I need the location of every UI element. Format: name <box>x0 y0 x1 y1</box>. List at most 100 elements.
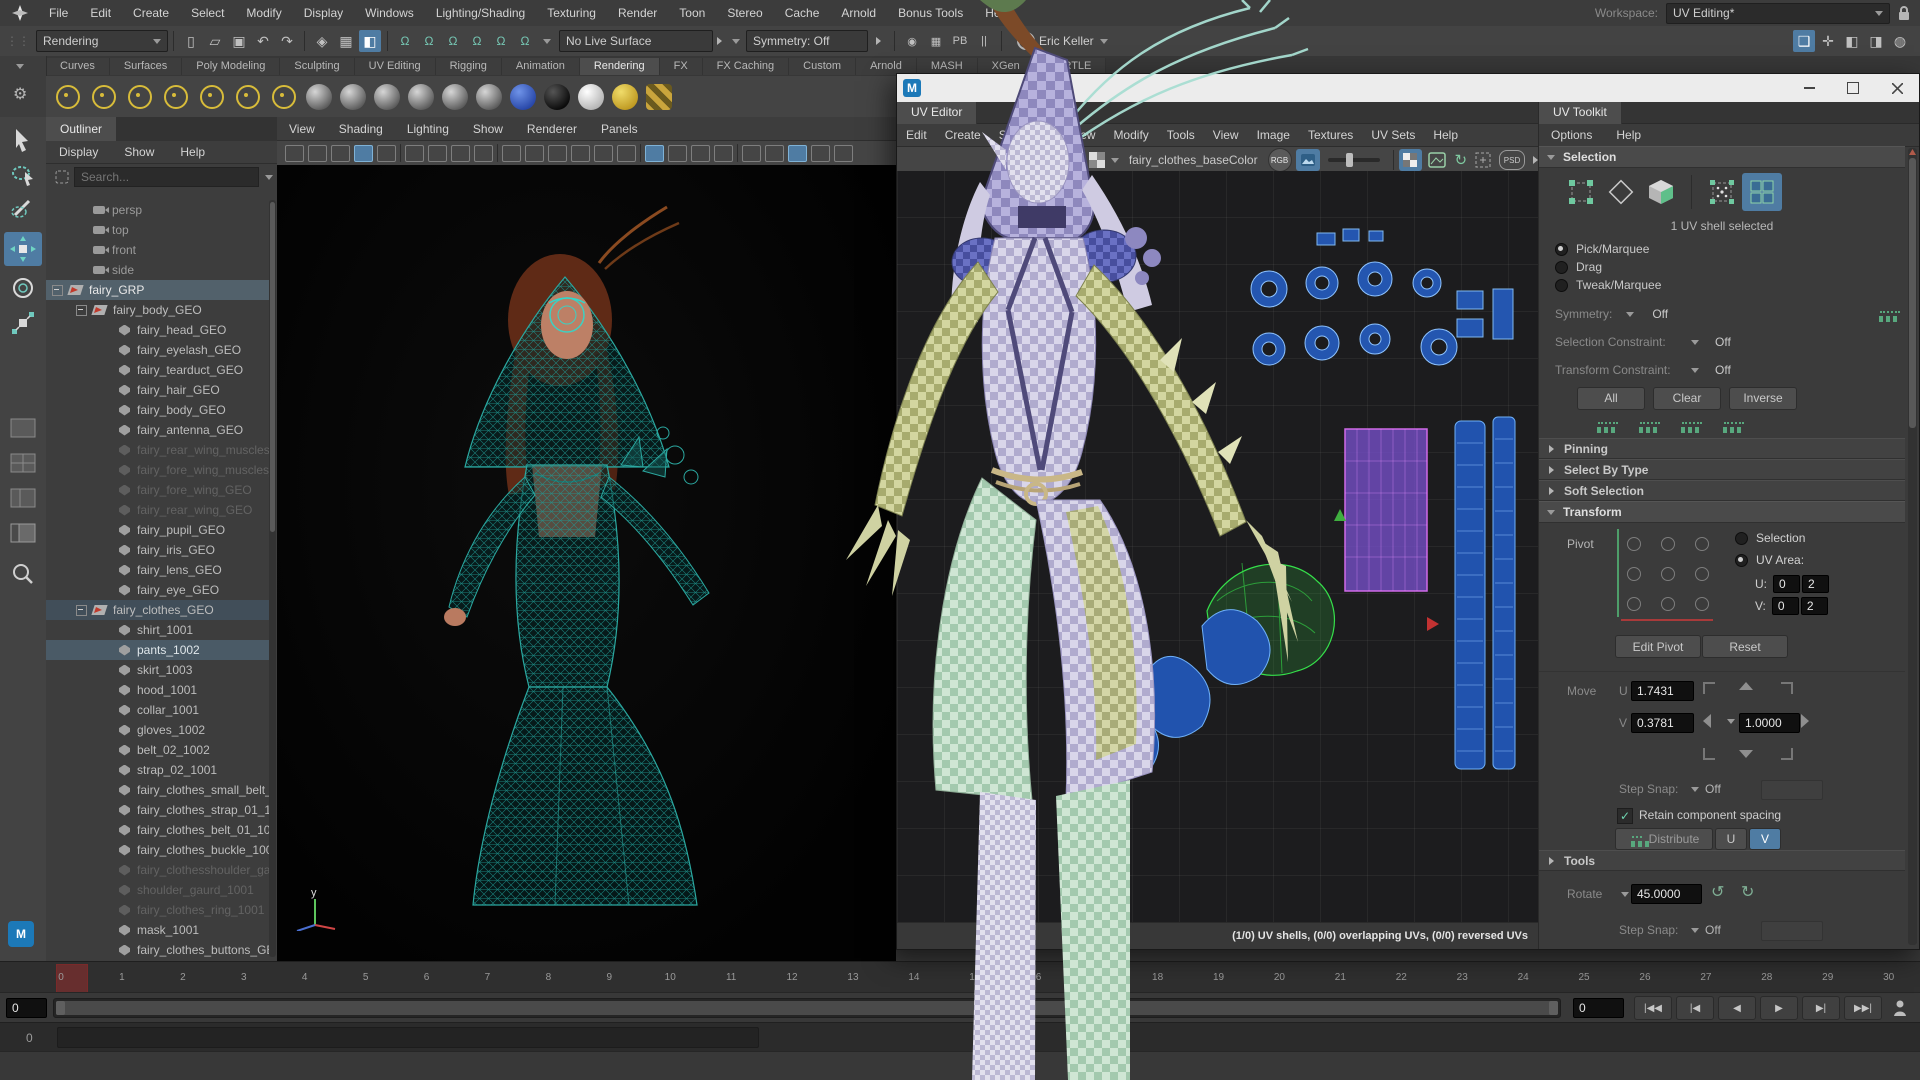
outliner-row[interactable]: side <box>46 260 269 280</box>
layout-single-pane-icon[interactable] <box>10 418 36 438</box>
menu-item[interactable]: Lighting/Shading <box>425 6 536 20</box>
chevron-down-icon[interactable] <box>1727 719 1735 724</box>
workspace-dropdown[interactable]: UV Editing* <box>1666 3 1890 24</box>
viewport-menu-item[interactable]: Panels <box>589 122 650 136</box>
viewport-canvas[interactable]: y <box>277 165 896 961</box>
snap-magnet-icon[interactable]: Ω <box>418 30 440 52</box>
playback-button[interactable]: ▶ <box>1760 996 1798 1020</box>
shelf-tool-icon[interactable] <box>646 84 672 110</box>
viewport-menu-item[interactable]: Lighting <box>395 122 461 136</box>
lasso-tool-icon[interactable] <box>11 164 35 186</box>
file-toolbar-icon[interactable]: ↶ <box>252 30 274 52</box>
shelf-tool-icon[interactable] <box>306 84 332 110</box>
sidebar-toggle-icon[interactable]: ❑ <box>1793 30 1815 52</box>
zoom-magnifier-icon[interactable] <box>11 562 35 586</box>
shelf-tab[interactable]: Rendering <box>580 58 660 75</box>
shelf-tab-menu-icon[interactable] <box>16 64 24 69</box>
move-up-button[interactable] <box>1739 682 1753 690</box>
viewport-toolbar-icon[interactable] <box>474 145 493 162</box>
outliner-row[interactable]: fairy_clothesshoulder_gaurd_1001 <box>46 860 269 880</box>
outliner-row[interactable]: fairy_rear_wing_muscles_GEO <box>46 440 269 460</box>
selection-mask-icon[interactable]: ▦ <box>335 30 357 52</box>
selection-action-button[interactable]: Inverse <box>1729 387 1797 410</box>
menu-item[interactable]: Render <box>607 6 668 20</box>
outliner-row[interactable]: hood_1001 <box>46 680 269 700</box>
viewport-menu-item[interactable]: Shading <box>327 122 395 136</box>
playback-button[interactable]: |◀◀ <box>1634 996 1672 1020</box>
window-close-button[interactable] <box>1875 75 1919 101</box>
shelf-tab[interactable]: FX <box>660 58 703 75</box>
shelf-tool-icon[interactable] <box>544 84 570 110</box>
uv-toolkit-menu-item[interactable]: Options <box>1539 128 1604 142</box>
viewport-toolbar-icon[interactable] <box>400 144 401 162</box>
window-minimize-button[interactable] <box>1787 75 1831 101</box>
menu-item[interactable]: Display <box>293 6 354 20</box>
viewport-toolbar-icon[interactable] <box>617 145 636 162</box>
pivot-position-grid[interactable] <box>1627 529 1729 619</box>
snap-magnet-icon[interactable]: Ω <box>466 30 488 52</box>
edit-pivot-button[interactable]: Edit Pivot <box>1615 635 1701 658</box>
file-toolbar-icon[interactable]: ▣ <box>228 30 250 52</box>
move-step-snap-value[interactable]: Off <box>1705 782 1721 796</box>
viewport-toolbar-icon[interactable] <box>428 145 447 162</box>
layout-four-pane-icon[interactable] <box>10 453 36 473</box>
window-maximize-button[interactable] <box>1831 75 1875 101</box>
layout-outliner-pane-icon[interactable] <box>10 523 36 543</box>
uv-area-v0-field[interactable]: 0 <box>1772 597 1799 615</box>
file-toolbar-icon[interactable]: ▯ <box>180 30 202 52</box>
uv-toolkit-tab[interactable]: UV Toolkit <box>1539 102 1622 124</box>
move-up-right-button[interactable] <box>1781 682 1793 694</box>
outliner-row[interactable]: belt_02_1002 <box>46 740 269 760</box>
selection-mask-icon[interactable]: ◈ <box>311 30 333 52</box>
outliner-row[interactable]: fairy_rear_wing_GEO <box>46 500 269 520</box>
uv-toolkit-scrollbar[interactable] <box>1908 148 1917 945</box>
snap-magnet-icon[interactable]: Ω <box>442 30 464 52</box>
menu-item[interactable]: Select <box>180 6 235 20</box>
uv-shell-mode-icon[interactable] <box>1742 173 1782 211</box>
rotate-step-snap-value[interactable]: Off <box>1705 923 1721 937</box>
workspace-lock-icon[interactable] <box>1898 6 1910 21</box>
viewport-toolbar-icon[interactable] <box>285 145 304 162</box>
viewport-toolbar-icon[interactable] <box>668 145 687 162</box>
shelf-editor-gear-icon[interactable]: ⚙ <box>13 84 46 104</box>
face-select-mode-icon[interactable] <box>1641 173 1681 211</box>
viewport-menu-item[interactable]: Show <box>461 122 515 136</box>
rotate-cw-button[interactable]: ↻ <box>1741 882 1754 902</box>
move-u-field[interactable]: 1.7431 <box>1631 681 1694 701</box>
outliner-row[interactable]: pants_1002 <box>46 640 269 660</box>
viewport-toolbar-icon[interactable] <box>405 145 424 162</box>
shelf-tab[interactable]: UV Editing <box>355 58 436 75</box>
collapsed-section-bar[interactable]: Pinning <box>1539 438 1905 459</box>
outliner-menu-item[interactable]: Display <box>46 145 111 159</box>
outliner-row[interactable]: fairy_GRP <box>46 280 269 300</box>
expand-toggle-icon[interactable] <box>52 285 63 296</box>
outliner-row[interactable]: fairy_clothes_ring_1001 <box>46 900 269 920</box>
outliner-row[interactable]: fairy_clothes_buttons_GEO <box>46 940 269 960</box>
outliner-row[interactable]: top <box>46 220 269 240</box>
rotate-angle-field[interactable]: 45.0000 <box>1631 884 1702 904</box>
range-start-field[interactable]: 0 <box>6 998 47 1018</box>
outliner-row[interactable]: fairy_hair_GEO <box>46 380 269 400</box>
selection-mask-icon[interactable]: ◧ <box>359 30 381 52</box>
shelf-tool-icon[interactable] <box>612 84 638 110</box>
viewport-toolbar-icon[interactable] <box>811 145 830 162</box>
shelf-tab[interactable]: Sculpting <box>280 58 354 75</box>
outliner-row[interactable]: fairy_lens_GEO <box>46 560 269 580</box>
playback-button[interactable]: ◀ <box>1718 996 1756 1020</box>
viewport-toolbar-icon[interactable] <box>765 145 784 162</box>
outliner-row[interactable]: gloves_1002 <box>46 720 269 740</box>
uv-toolkit-menu-item[interactable]: Help <box>1604 128 1653 142</box>
playback-button[interactable]: ▶▶| <box>1844 996 1882 1020</box>
shelf-tab[interactable]: Curves <box>46 58 110 75</box>
playback-button[interactable]: ▶| <box>1802 996 1840 1020</box>
selection-mode-radio-row[interactable]: Pick/Marquee <box>1555 240 1905 258</box>
uv-area-u0-field[interactable]: 0 <box>1773 575 1800 593</box>
chevron-down-icon[interactable] <box>1691 368 1699 373</box>
rotate-ccw-button[interactable]: ↺ <box>1711 882 1724 902</box>
grip-handle[interactable]: ⋮⋮ <box>6 34 30 48</box>
snap-magnet-icon[interactable]: Ω <box>514 30 536 52</box>
outliner-title-tab[interactable]: Outliner <box>46 117 117 141</box>
menu-item[interactable]: File <box>38 6 79 20</box>
outliner-menu-item[interactable]: Show <box>111 145 167 159</box>
outliner-scrollbar[interactable] <box>269 200 276 957</box>
